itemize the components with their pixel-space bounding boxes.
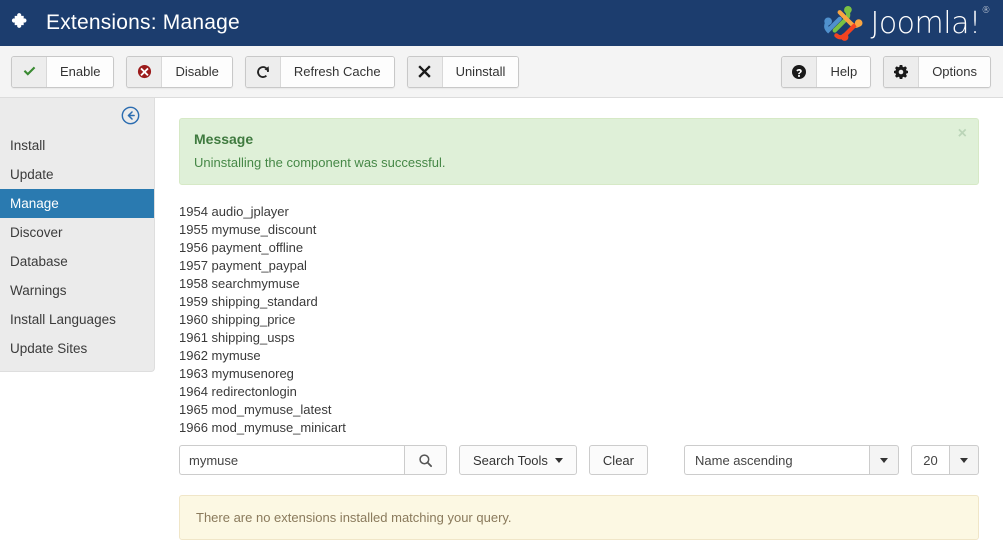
sidebar-item-database[interactable]: Database bbox=[0, 247, 154, 276]
limit-select-arrow[interactable] bbox=[949, 445, 979, 475]
list-item: 1954 audio_jplayer bbox=[179, 204, 289, 219]
sort-select-arrow[interactable] bbox=[869, 445, 899, 475]
list-item: 1965 mod_mymuse_latest bbox=[179, 402, 332, 417]
list-item: 1960 shipping_price bbox=[179, 312, 296, 327]
extension-id-list: 1954 audio_jplayer 1955 mymuse_discount … bbox=[179, 203, 979, 437]
help-button-label: Help bbox=[817, 56, 871, 87]
sort-select-value[interactable]: Name ascending bbox=[684, 445, 869, 475]
sidebar-collapse-row bbox=[0, 98, 154, 131]
close-icon[interactable]: × bbox=[958, 126, 967, 142]
list-item: 1958 searchmymuse bbox=[179, 276, 300, 291]
list-item: 1966 mod_mymuse_minicart bbox=[179, 420, 346, 435]
circle-x-icon bbox=[127, 56, 163, 87]
search-input[interactable] bbox=[179, 445, 404, 475]
search-button[interactable] bbox=[404, 445, 447, 475]
search-tools-label: Search Tools bbox=[473, 452, 548, 468]
uninstall-button-label: Uninstall bbox=[442, 56, 519, 87]
sidebar-item-update-sites[interactable]: Update Sites bbox=[0, 334, 154, 363]
joomla-wordmark: Joomla!® bbox=[870, 5, 991, 41]
chevron-down-icon bbox=[960, 457, 968, 463]
joomla-mark-icon bbox=[823, 4, 863, 42]
question-circle-icon bbox=[782, 56, 818, 87]
list-item: 1959 shipping_standard bbox=[179, 294, 318, 309]
check-icon bbox=[12, 56, 47, 87]
chevron-down-icon bbox=[554, 457, 563, 463]
toolbar-right-group: Help Options bbox=[781, 55, 991, 88]
search-icon bbox=[418, 453, 433, 468]
options-button-label: Options bbox=[919, 56, 990, 87]
enable-button[interactable]: Enable bbox=[11, 55, 115, 88]
list-item: 1961 shipping_usps bbox=[179, 330, 295, 345]
sidebar: Install Update Manage Discover Database … bbox=[0, 98, 155, 372]
arrow-left-circle-icon[interactable] bbox=[121, 106, 140, 125]
body-wrapper: Install Update Manage Discover Database … bbox=[0, 98, 1003, 553]
disable-button-label: Disable bbox=[162, 56, 232, 87]
sidebar-item-install[interactable]: Install bbox=[0, 131, 154, 160]
joomla-logo: Joomla!® bbox=[823, 4, 995, 42]
sidebar-item-discover[interactable]: Discover bbox=[0, 218, 154, 247]
chevron-down-icon bbox=[880, 457, 888, 463]
clear-button[interactable]: Clear bbox=[588, 445, 648, 475]
toolbar: Enable Disable Refresh Cache Uninstall H… bbox=[0, 46, 1003, 98]
search-group bbox=[179, 445, 447, 475]
refresh-icon bbox=[245, 56, 281, 87]
page-title: Extensions: Manage bbox=[46, 11, 240, 34]
list-item: 1962 mymuse bbox=[179, 348, 261, 363]
no-results-alert: There are no extensions installed matchi… bbox=[179, 495, 979, 540]
disable-button[interactable]: Disable bbox=[126, 55, 233, 88]
refresh-cache-button-label: Refresh Cache bbox=[280, 56, 394, 87]
sidebar-item-warnings[interactable]: Warnings bbox=[0, 276, 154, 305]
registered-mark: ® bbox=[981, 5, 991, 16]
main-content: × Message Uninstalling the component was… bbox=[155, 98, 1003, 540]
sort-select[interactable]: Name ascending bbox=[684, 445, 899, 475]
app-header: Extensions: Manage Joomla!® bbox=[0, 0, 1003, 46]
x-icon bbox=[407, 56, 443, 87]
no-results-text: There are no extensions installed matchi… bbox=[196, 510, 512, 525]
list-item: 1956 payment_offline bbox=[179, 240, 304, 255]
gear-icon bbox=[884, 56, 920, 87]
list-item: 1963 mymusenoreg bbox=[179, 366, 294, 381]
help-button[interactable]: Help bbox=[781, 55, 872, 88]
success-message-alert: × Message Uninstalling the component was… bbox=[179, 118, 979, 185]
sidebar-item-install-languages[interactable]: Install Languages bbox=[0, 305, 154, 334]
alert-title: Message bbox=[194, 131, 254, 147]
search-tools-button[interactable]: Search Tools bbox=[459, 445, 577, 475]
sidebar-item-manage[interactable]: Manage bbox=[0, 189, 154, 218]
options-button[interactable]: Options bbox=[883, 55, 991, 88]
limit-select[interactable]: 20 bbox=[911, 445, 979, 475]
clear-button-label: Clear bbox=[602, 452, 634, 468]
list-item: 1957 payment_paypal bbox=[179, 258, 307, 273]
toolbar-left-group: Enable Disable Refresh Cache Uninstall bbox=[11, 55, 520, 88]
list-item: 1964 redirectonlogin bbox=[179, 384, 297, 399]
limit-select-value[interactable]: 20 bbox=[911, 445, 949, 475]
refresh-cache-button[interactable]: Refresh Cache bbox=[244, 55, 395, 88]
enable-button-label: Enable bbox=[47, 56, 114, 87]
list-item: 1955 mymuse_discount bbox=[179, 222, 317, 237]
puzzle-icon bbox=[10, 11, 34, 35]
uninstall-button[interactable]: Uninstall bbox=[406, 55, 520, 88]
filter-bar: Search Tools Clear Name ascending 20 bbox=[179, 445, 979, 475]
sidebar-item-update[interactable]: Update bbox=[0, 160, 154, 189]
alert-text: Uninstalling the component was successfu… bbox=[194, 155, 446, 170]
header-left: Extensions: Manage bbox=[10, 11, 240, 35]
